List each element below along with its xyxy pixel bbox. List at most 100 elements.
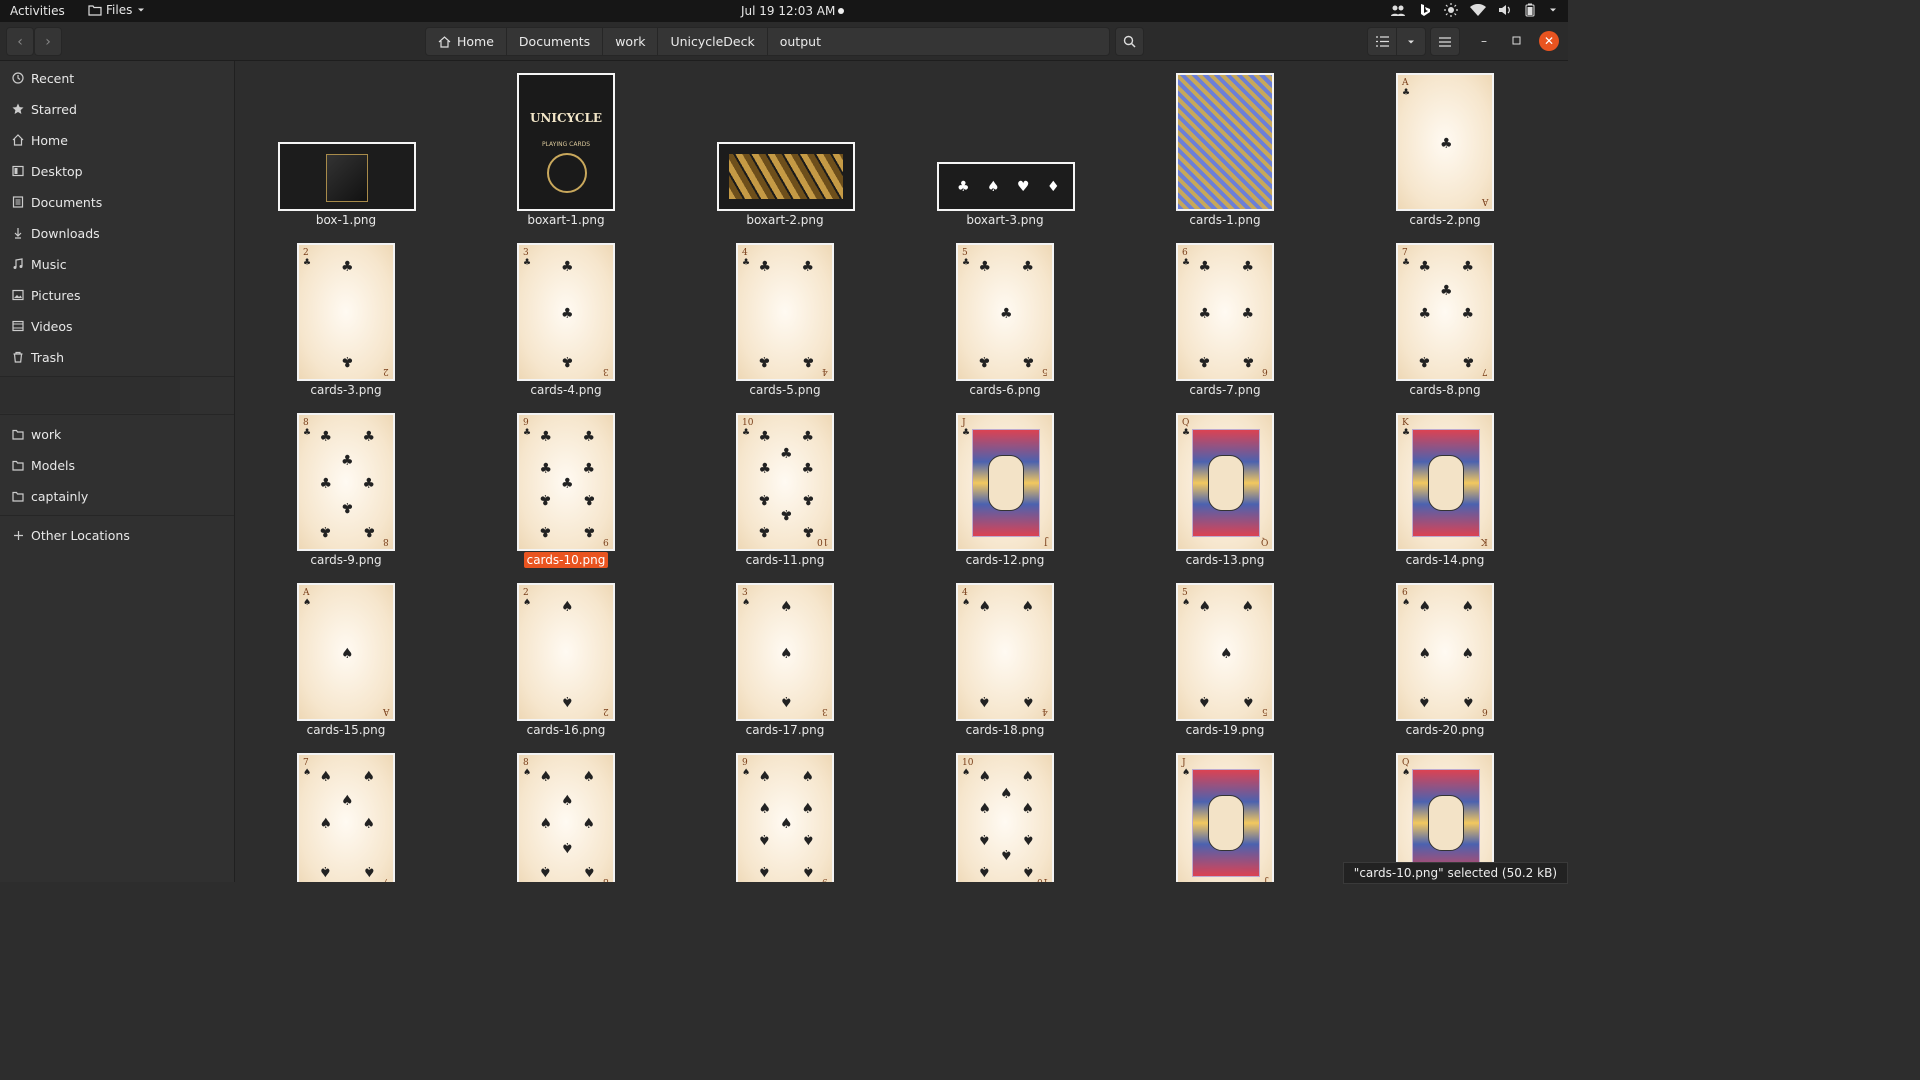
sidebar-item-home[interactable]: Home xyxy=(0,126,234,154)
chevron-right-icon: › xyxy=(45,33,51,50)
wifi-icon[interactable] xyxy=(1470,4,1486,16)
file-name: cards-5.png xyxy=(670,383,900,397)
clock[interactable]: Jul 19 12:03 AM xyxy=(741,4,835,18)
view-options-button[interactable] xyxy=(1396,27,1426,56)
forward-button[interactable]: › xyxy=(34,27,62,56)
file-item[interactable]: 8 ♠ 8 ♠ ♠ ♠ ♠ ♠ ♠ ♠ ♠ xyxy=(505,753,715,882)
card-corner-suit: ♣ xyxy=(1182,428,1191,438)
card-pip: ♠ xyxy=(1021,831,1035,848)
main-menu-button[interactable] xyxy=(1430,27,1460,56)
file-name: boxart-3.png xyxy=(890,213,1120,227)
file-item[interactable]: 7 ♣ 7 ♣ ♣ ♣ ♣ ♣ ♣ ♣ cards-8.png xyxy=(1384,243,1568,413)
view-list-button[interactable] xyxy=(1367,27,1397,56)
face-card-figure xyxy=(1208,455,1244,511)
file-name: cards-13.png xyxy=(1110,553,1340,567)
card-pip: ♠ xyxy=(801,769,815,786)
sidebar-item-documents[interactable]: Documents xyxy=(0,188,234,216)
search-button[interactable] xyxy=(1115,27,1144,56)
sidebar-item-pictures[interactable]: Pictures xyxy=(0,281,234,309)
chevron-down-icon[interactable] xyxy=(1548,5,1558,15)
card-pip: ♠ xyxy=(780,599,793,616)
volume-icon[interactable] xyxy=(1498,4,1512,16)
card-corner-suit: ♣ xyxy=(523,258,532,268)
sidebar-item-starred[interactable]: Starred xyxy=(0,95,234,123)
card-corner-rank: A xyxy=(1402,78,1409,88)
sidebar-item-label: Downloads xyxy=(31,225,100,241)
file-thumbnail: 10 ♠ 10 ♠ ♠ ♠ ♠ ♠ ♠ ♠ ♠ ♠ ♠ xyxy=(956,753,1054,882)
file-item[interactable]: 10 ♠ 10 ♠ ♠ ♠ ♠ ♠ ♠ ♠ ♠ ♠ ♠ xyxy=(944,753,1154,882)
card-corner-rank: 2 xyxy=(383,366,389,376)
card-pip: ♣ xyxy=(539,429,552,446)
bing-icon[interactable] xyxy=(1418,3,1432,17)
back-button[interactable]: ‹ xyxy=(6,27,34,56)
file-item[interactable]: 9 ♠ 9 ♠ ♠ ♠ ♠ ♠ ♠ ♠ ♠ ♠ xyxy=(724,753,934,882)
people-icon[interactable] xyxy=(1390,3,1406,17)
breadcrumb-documents[interactable]: Documents xyxy=(507,28,604,55)
card-pip: ♠ xyxy=(978,599,991,616)
card-pip: ♠ xyxy=(801,800,815,817)
sidebar-item-recent[interactable]: Recent xyxy=(0,64,234,92)
breadcrumb-home[interactable]: Home xyxy=(426,28,507,55)
card-pip: ♠ xyxy=(362,769,376,786)
file-name: cards-10.png xyxy=(451,552,681,568)
unicycle-wheel-icon xyxy=(547,153,587,193)
sidebar-item-videos[interactable]: Videos xyxy=(0,312,234,340)
card-pip: ♠ xyxy=(758,862,771,879)
maximize-button[interactable] xyxy=(1506,31,1526,51)
file-thumbnail: 10 ♣ 10 ♣ ♣ ♣ ♣ ♣ ♣ ♣ ♣ ♣ ♣ xyxy=(736,413,834,551)
card-corner-rank: 7 xyxy=(1402,248,1408,258)
brightness-icon[interactable] xyxy=(1444,3,1458,17)
status-overlay: "cards-10.png" selected (50.2 kB) xyxy=(1342,862,1568,884)
file-thumbnail: 2 ♣ 2 ♣ ♣ xyxy=(297,243,395,381)
close-button[interactable]: ✕ xyxy=(1539,31,1559,51)
sidebar-item-work[interactable]: work xyxy=(0,420,234,448)
file-name-text: cards-8.png xyxy=(1409,383,1481,397)
minimize-button[interactable]: – xyxy=(1474,31,1494,51)
card-pip: ♠ xyxy=(780,816,793,832)
card-corner-suit: ♣ xyxy=(1182,258,1191,268)
file-item[interactable]: 6 ♠ 6 ♠ ♠ ♠ ♠ ♠ ♠ cards-20.png xyxy=(1384,583,1568,753)
file-name-text: cards-12.png xyxy=(965,553,1045,567)
card-pip: ♣ xyxy=(1241,259,1255,276)
card-pip: ♠ xyxy=(582,769,596,786)
card-corner-rank: 3 xyxy=(742,588,748,598)
video-icon xyxy=(11,319,25,333)
file-item[interactable]: 7 ♠ 7 ♠ ♠ ♠ ♠ ♠ ♠ ♠ xyxy=(285,753,495,882)
sidebar-item-models[interactable]: Models xyxy=(0,451,234,479)
card-pip: ♣ xyxy=(1461,352,1475,369)
sidebar-item-captainly[interactable]: captainly xyxy=(0,482,234,510)
file-name-text: cards-19.png xyxy=(1185,723,1265,737)
card-corner-suit: ♣ xyxy=(523,428,532,438)
file-name-text: cards-5.png xyxy=(749,383,821,397)
breadcrumb-unicycledeck[interactable]: UnicycleDeck xyxy=(658,28,768,55)
sidebar-item-music[interactable]: Music xyxy=(0,250,234,278)
card-corner-rank: 9 xyxy=(822,876,828,882)
card-corner-suit: ♠ xyxy=(962,598,971,608)
card-corner-rank: 8 xyxy=(383,536,389,546)
card-corner-rank: J xyxy=(1044,536,1048,546)
activities-button[interactable]: Activities xyxy=(10,4,65,18)
card-corner-rank: Q xyxy=(1182,418,1190,428)
file-name-text: cards-15.png xyxy=(306,723,386,737)
file-thumbnail: 8 ♣ 8 ♣ ♣ ♣ ♣ ♣ ♣ ♣ ♣ xyxy=(297,413,395,551)
file-name: cards-8.png xyxy=(1330,383,1560,397)
path-bar-empty[interactable] xyxy=(829,27,1110,56)
breadcrumb-work[interactable]: work xyxy=(603,28,659,55)
battery-icon[interactable] xyxy=(1524,3,1536,17)
file-item[interactable]: K ♣ Kcards-14.png xyxy=(1384,413,1568,583)
suit-glyph: ♣ xyxy=(957,179,970,195)
file-item[interactable]: A ♣ A ♣ cards-2.png xyxy=(1384,73,1568,243)
card-corner-rank: 8 xyxy=(603,876,609,882)
app-menu[interactable]: Files xyxy=(88,3,146,17)
file-thumbnail: A ♣ A ♣ xyxy=(1396,73,1494,211)
file-name: cards-19.png xyxy=(1110,723,1340,737)
sidebar-item-downloads[interactable]: Downloads xyxy=(0,219,234,247)
sidebar-item-trash[interactable]: Trash xyxy=(0,343,234,371)
sidebar-item-other-locations[interactable]: Other Locations xyxy=(0,521,234,549)
sidebar-item-desktop[interactable]: Desktop xyxy=(0,157,234,185)
system-tray[interactable] xyxy=(1390,3,1558,17)
card-corner-suit: ♠ xyxy=(303,768,312,778)
card-corner-rank: 10 xyxy=(816,536,828,546)
file-name-text: cards-11.png xyxy=(745,553,825,567)
card-corner-rank: 7 xyxy=(383,876,389,882)
